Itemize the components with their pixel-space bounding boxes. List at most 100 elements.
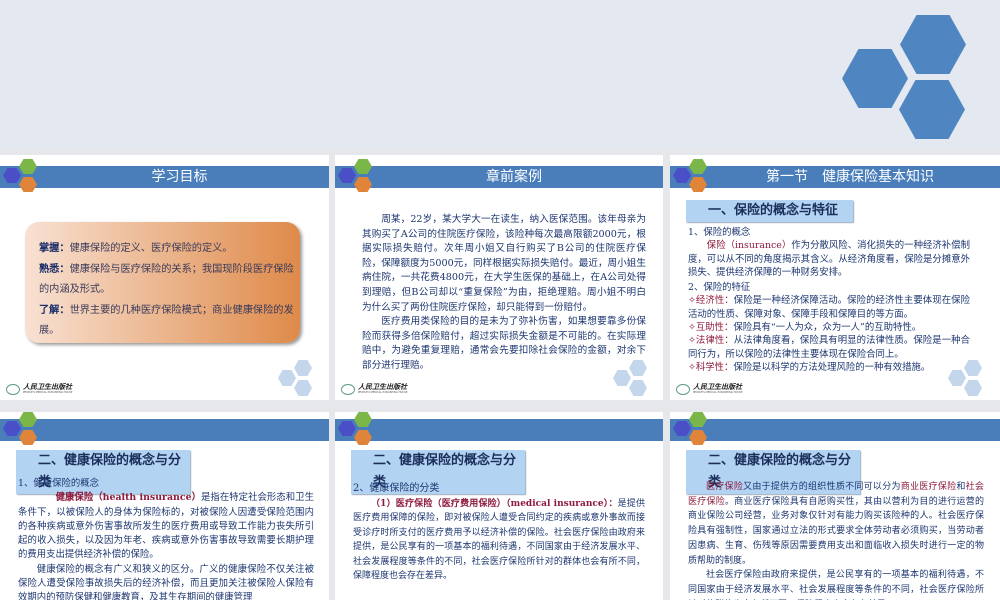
hex-logo-icon [670,156,710,192]
section-subtitle: 一、保险的概念与特征 [686,200,853,222]
term: 医疗保险 [706,482,744,492]
hex-logo-icon [670,412,710,445]
feature-text: 保险是以科学的方法处理风险的一种有效措施。 [733,361,931,373]
publisher-name: 人民卫生出版社 [23,383,72,391]
slide-header [335,419,663,441]
feature-name: 科学性： [695,361,734,373]
case-text: 周某，22岁，某大学大一在读生，纳入医保范围。该年母亲为其购买了A公司的住院医疗… [362,213,646,374]
feature-text: 保险具有“一人为众，众为一人”的互助特性。 [733,322,922,334]
term: 保险（insurance） [706,240,792,252]
case-paragraph: 医疗费用类保险的目的是未为了弥补伤害，如果想要靠多份保险而获得多倍保险赔付，超过… [362,316,646,371]
slide-learning-goals[interactable]: 学习目标 掌握：健康保险的定义、医疗保险的定义。 熟悉：健康保险与医疗保险的关系… [0,155,329,400]
heading: 2、健康保险的分类 [353,483,440,494]
feature-name: 法律性： [695,335,734,347]
diamond-bullet-icon: ✧ [688,322,696,334]
publisher-logo: 人民卫生出版社 PEOPLE'S MEDICAL PUBLISHING HOUSE [341,383,407,395]
hexagon-icon [354,430,372,445]
hexagon-icon [900,15,966,74]
goal-label: 熟悉： [39,263,70,275]
publisher-name: 人民卫生出版社 [693,383,742,391]
case-paragraph: 周某，22岁，某大学大一在读生，纳入医保范围。该年母亲为其购买了A公司的住院医疗… [362,214,646,313]
top-banner [0,0,1000,150]
hexagon-icon [3,168,21,183]
hexagon-icon [948,370,966,386]
publisher-emblem-icon [6,383,20,395]
hexagon-icon [673,421,691,436]
publisher-name-en: PEOPLE'S MEDICAL PUBLISHING HOUSE [23,391,73,394]
publisher-logo: 人民卫生出版社 PEOPLE'S MEDICAL PUBLISHING HOUSE [676,383,742,395]
hexagon-icon [689,177,707,192]
hexagon-icon [842,49,908,108]
term: （1）医疗保险（医疗费用保险）（medical insurance）： [371,498,618,509]
diamond-bullet-icon: ✧ [688,361,696,373]
publisher-name-en: PEOPLE'S MEDICAL PUBLISHING HOUSE [693,391,743,394]
publisher-name: 人民卫生出版社 [358,383,407,391]
definition: 是提供医疗费用保障的保险，即对被保险人遭受合同约定的疾病或意外事故而接受诊疗时所… [353,498,645,582]
hexagon-icon [629,360,647,376]
hexagon-icon [294,360,312,376]
publisher-name-en: PEOPLE'S MEDICAL PUBLISHING HOUSE [358,391,408,394]
text: 和 [956,482,966,492]
goal-text: 世界主要的几种医疗保险模式；商业健康保险的发展。 [39,305,294,336]
hexagon-icon [673,168,691,183]
slide-header: 学习目标 [0,166,329,188]
heading: 2、保险的特征 [688,282,751,294]
hexagon-icon [613,370,631,386]
hexagon-icon [19,412,37,427]
slide-section-one[interactable]: 第一节 健康保险基本知识 一、保险的概念与特征 1、保险的概念 保险（insur… [670,155,1000,400]
hexagon-icon [629,380,647,396]
hexagon-icon [354,159,372,174]
slide-health-insurance-concept[interactable]: 二、健康保险的概念与分类 1、健康保险的概念 健康保险（health insur… [0,412,329,600]
hexagon-icon [19,430,37,445]
publisher-logo: 人民卫生出版社 PEOPLE'S MEDICAL PUBLISHING HOUSE [6,383,72,395]
diamond-bullet-icon: ✧ [688,295,696,307]
text: 又由于提供方的组织性质不同可以分为 [743,482,901,492]
paragraph: 社会医疗保险由政府来提供，是公民享有的一项基本的福利待遇，不同国家由于经济发展水… [688,570,984,600]
slide-title: 章前案例 [486,169,542,185]
section-text: 医疗保险又由于提供方的组织性质不同可以分为商业医疗保险和社会医疗保险。商业医疗保… [688,480,984,600]
hexagon-icon [689,430,707,445]
slide-title: 第一节 健康保险基本知识 [766,169,934,185]
hexagon-icon [689,412,707,427]
slide-medical-insurance-types[interactable]: 二、健康保险的概念与分类 医疗保险又由于提供方的组织性质不同可以分为商业医疗保险… [670,412,1000,600]
hexagon-icon [338,421,356,436]
hex-logo-icon [0,156,40,192]
hexagon-icon [964,380,982,396]
slide-header [0,419,329,441]
hexagon-icon [964,360,982,376]
heading: 1、健康保险的概念 [18,478,99,489]
paragraph: 健康保险的概念有广义和狭义的区分。广义的健康保险不仅关注被保险人遭受保险事故损失… [18,563,314,600]
slide-header: 第一节 健康保险基本知识 [670,166,1000,188]
section-text: 2、健康保险的分类 （1）医疗保险（医疗费用保险）（medical insura… [353,482,645,584]
hexagon-icon [899,80,965,139]
text: 。商业医疗保险具有自愿购买性，其由以营利为目的进行运营的商业保险公司经营，业务对… [688,496,984,566]
slide-title: 学习目标 [151,169,208,185]
hex-logo-icon [0,412,40,445]
decor-hexagons-icon [613,357,655,399]
hexagon-icon [689,159,707,174]
slide-header [670,419,1000,441]
slide-health-insurance-types[interactable]: 二、健康保险的概念与分类 2、健康保险的分类 （1）医疗保险（医疗费用保险）（m… [335,412,663,600]
hexagon-icon [338,168,356,183]
section-text: 1、保险的概念 保险（insurance）作为分散风险、消化损失的一种经济补偿制… [688,226,970,374]
decor-hexagons-icon [948,357,990,399]
goals-box: 掌握：健康保险的定义、医疗保险的定义。 熟悉：健康保险与医疗保险的关系；我国现阶… [25,222,300,343]
goal-label: 掌握： [39,242,70,254]
slide-header: 章前案例 [335,166,663,188]
feature-name: 经济性： [695,295,734,307]
goal-text: 健康保险的定义、医疗保险的定义。 [69,243,233,254]
hex-logo-icon [335,412,375,445]
hexagon-icon [19,159,37,174]
section-text: 1、健康保险的概念 健康保险（health insurance）是指在特定社会形… [18,477,314,600]
hexagon-icon [3,421,21,436]
diamond-bullet-icon: ✧ [688,335,696,347]
hexagon-icon [19,177,37,192]
slide-case-study[interactable]: 章前案例 周某，22岁，某大学大一在读生，纳入医保范围。该年母亲为其购买了A公司… [335,155,663,400]
hexagon-icon [294,380,312,396]
hexagon-icon [278,370,296,386]
heading: 1、保险的概念 [688,227,751,238]
goal-text: 健康保险与医疗保险的关系；我国现阶段医疗保险的内涵及形式。 [39,264,294,295]
term: 商业医疗保险 [900,482,957,492]
decor-hexagons-icon [278,357,320,399]
term: 健康保险（health insurance） [55,492,201,504]
